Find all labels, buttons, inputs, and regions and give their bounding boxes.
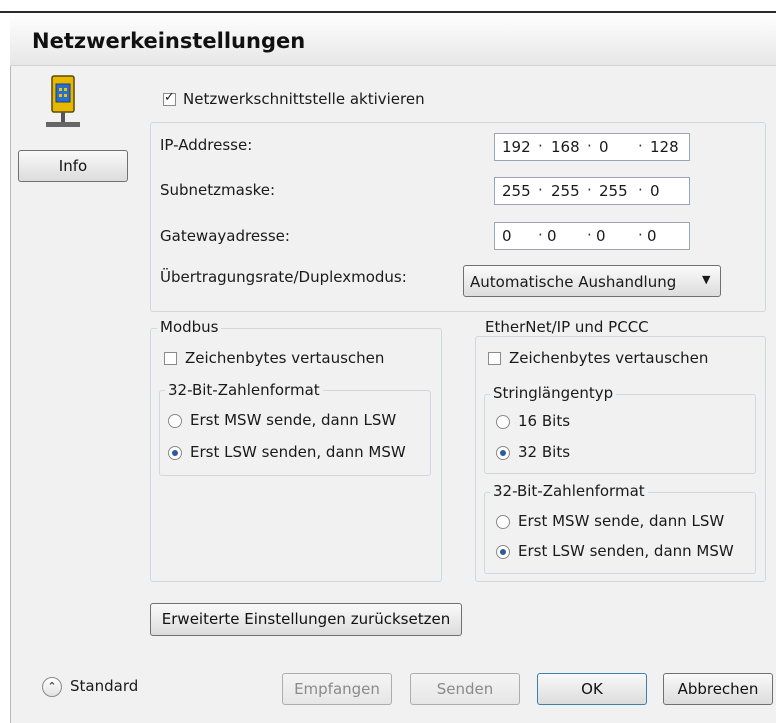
standard-toggle[interactable]: ⌃ Standard xyxy=(42,677,162,701)
enable-network-label: Netzwerkschnittstelle aktivieren xyxy=(183,90,425,108)
ethernet-format-title: 32-Bit-Zahlenformat xyxy=(490,482,648,500)
subnet-octet-2: 255 xyxy=(551,182,580,200)
ip-octet-2: 168 xyxy=(551,138,580,156)
string-length-group xyxy=(484,394,756,474)
modbus-lsw-label: Erst LSW senden, dann MSW xyxy=(190,443,406,461)
ip-address-label: IP-Addresse: xyxy=(160,136,253,154)
gateway-address-field[interactable]: 0 · 0 · 0 · 0 xyxy=(494,222,690,250)
receive-button[interactable]: Empfangen xyxy=(282,673,392,705)
rate-duplex-dropdown[interactable]: Automatische Aushandlung ▼ xyxy=(463,265,721,297)
ip-octet-1: 192 xyxy=(502,138,531,156)
subnet-octet-1: 255 xyxy=(502,182,531,200)
window-top-edge xyxy=(0,0,776,13)
ip-dot: · xyxy=(587,226,592,244)
ok-button[interactable]: OK xyxy=(537,673,647,705)
rate-duplex-label: Übertragungsrate/Duplexmodus: xyxy=(160,268,407,286)
subnet-octet-3: 255 xyxy=(599,182,628,200)
gateway-octet-2: 0 xyxy=(547,227,557,245)
string-32-label: 32 Bits xyxy=(518,443,571,461)
modbus-msw-label: Erst MSW sende, dann LSW xyxy=(190,411,397,429)
ethernet-format-group xyxy=(484,492,756,574)
chevron-down-icon: ▼ xyxy=(702,273,711,286)
ip-dot: · xyxy=(638,181,643,199)
gateway-octet-4: 0 xyxy=(647,227,657,245)
cancel-button[interactable]: Abbrechen xyxy=(663,673,773,705)
ip-octet-3: 0 xyxy=(599,138,609,156)
info-button[interactable]: Info xyxy=(18,150,128,182)
string-length-title: Stringlängentyp xyxy=(490,384,617,402)
ip-dot: · xyxy=(638,226,643,244)
modbus-swap-label: Zeichenbytes vertauschen xyxy=(185,349,385,367)
ethernet-msw-label: Erst MSW sende, dann LSW xyxy=(518,512,725,530)
ethernet-swap-checkbox[interactable] xyxy=(488,352,501,365)
gateway-octet-1: 0 xyxy=(502,227,512,245)
ip-dot: · xyxy=(538,181,543,199)
modbus-format-group xyxy=(159,390,431,476)
send-button[interactable]: Senden xyxy=(410,673,520,705)
rate-duplex-value: Automatische Aushandlung xyxy=(470,273,677,291)
modbus-swap-checkbox[interactable] xyxy=(164,352,177,365)
string-16-label: 16 Bits xyxy=(518,412,571,430)
dialog-titlebar: Netzwerkeinstellungen xyxy=(10,13,776,66)
ethernet-msw-radio[interactable] xyxy=(496,515,510,529)
gateway-octet-3: 0 xyxy=(596,227,606,245)
ip-dot: · xyxy=(538,226,543,244)
ethernet-lsw-radio[interactable] xyxy=(496,545,510,559)
string-32-radio[interactable] xyxy=(496,446,510,460)
dialog-title: Netzwerkeinstellungen xyxy=(32,29,306,53)
modbus-format-title: 32-Bit-Zahlenformat xyxy=(165,381,323,399)
ethernet-group-title: EtherNet/IP und PCCC xyxy=(482,318,652,336)
modbus-lsw-radio[interactable] xyxy=(168,446,182,460)
ip-dot: · xyxy=(538,137,543,155)
ip-octet-4: 128 xyxy=(650,138,679,156)
subnet-mask-label: Subnetzmaske: xyxy=(160,181,276,199)
ethernet-swap-label: Zeichenbytes vertauschen xyxy=(509,349,709,367)
modbus-group-title: Modbus xyxy=(157,318,222,336)
standard-label: Standard xyxy=(70,677,139,695)
enable-network-checkbox[interactable] xyxy=(163,90,176,106)
chevron-up-icon: ⌃ xyxy=(42,677,62,697)
subnet-octet-4: 0 xyxy=(650,182,660,200)
ip-dot: · xyxy=(638,137,643,155)
modbus-msw-radio[interactable] xyxy=(168,414,182,428)
ethernet-lsw-label: Erst LSW senden, dann MSW xyxy=(518,542,734,560)
gateway-address-label: Gatewayadresse: xyxy=(160,227,290,245)
subnet-mask-field[interactable]: 255 · 255 · 255 · 0 xyxy=(494,177,690,205)
reset-advanced-settings-button[interactable]: Erweiterte Einstellungen zurücksetzen xyxy=(150,603,462,636)
string-16-radio[interactable] xyxy=(496,415,510,429)
ip-dot: · xyxy=(587,137,592,155)
ip-dot: · xyxy=(587,181,592,199)
network-device-icon xyxy=(40,72,92,134)
ip-address-field[interactable]: 192 · 168 · 0 · 128 xyxy=(494,133,690,161)
